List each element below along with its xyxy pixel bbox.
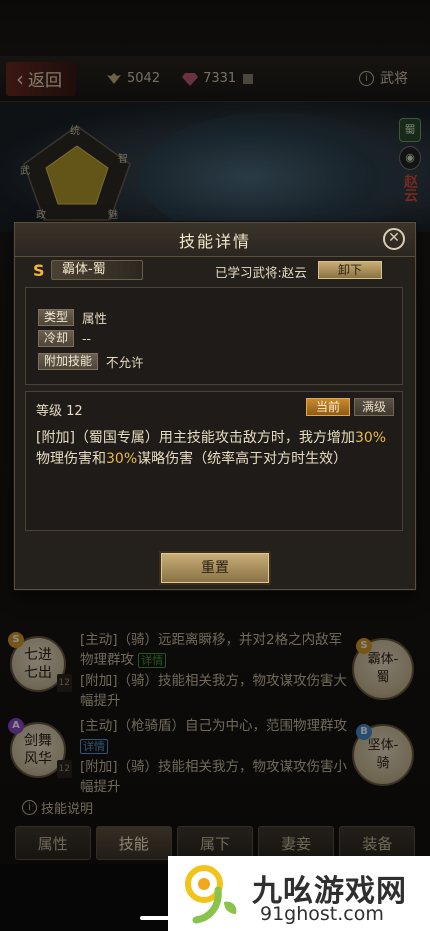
skill-detail-dialog: 技能详情 ✕ S 霸体-蜀 已学习武将:赵云 卸下 类型 属性 冷却 -- 附加… [14, 222, 416, 590]
level-label: 等级 12 [36, 404, 83, 419]
desc-text: [附加]（蜀国专属）用主技能攻击敌方时，我方增加 [36, 430, 355, 446]
attribute-key: 类型 [38, 309, 75, 326]
attribute-key: 冷却 [38, 330, 75, 347]
skill-effect-description: [附加]（蜀国专属）用主技能攻击敌方时，我方增加30%物理伤害和30%谋略伤害（… [36, 428, 396, 470]
site-logo-icon [185, 865, 237, 924]
attribute-row-extra-skill: 附加技能 不允许 [38, 352, 144, 371]
skill-name: 霸体-蜀 [51, 260, 143, 280]
max-level-button[interactable]: 满级 [354, 398, 394, 416]
attribute-key: 附加技能 [38, 353, 99, 370]
close-button[interactable]: ✕ [383, 228, 405, 250]
learned-by-label: 已学习武将:赵云 [215, 265, 307, 280]
attribute-value: 属性 [82, 311, 108, 326]
close-icon: ✕ [388, 230, 400, 246]
watermark: 九吆游戏网 91ghost.com [168, 856, 430, 931]
attribute-value: 不允许 [106, 355, 144, 370]
skill-attributes: 类型 属性 冷却 -- 附加技能 不允许 [25, 287, 403, 385]
current-level-button[interactable]: 当前 [306, 398, 350, 416]
desc-highlight: 30% [354, 430, 387, 446]
attribute-row-type: 类型 属性 [38, 308, 107, 327]
reset-button[interactable]: 重置 [161, 553, 269, 583]
watermark-url: 91ghost.com [260, 903, 384, 925]
desc-text: 物理伤害和 [36, 451, 106, 467]
attribute-row-cooldown: 冷却 -- [38, 330, 91, 347]
level-section: 等级 12 当前 满级 [附加]（蜀国专属）用主技能攻击敌方时，我方增加30%物… [25, 391, 403, 531]
attribute-value: -- [82, 331, 92, 346]
dialog-header: 技能详情 ✕ [15, 223, 415, 257]
grade-s-icon: S [33, 260, 45, 280]
desc-highlight: 30% [106, 451, 138, 467]
unload-button[interactable]: 卸下 [318, 261, 382, 279]
dialog-title: 技能详情 [178, 231, 251, 251]
desc-text: 谋略伤害（统率高于对方时生效） [137, 451, 348, 467]
skill-header: S 霸体-蜀 已学习武将:赵云 卸下 [15, 257, 415, 283]
